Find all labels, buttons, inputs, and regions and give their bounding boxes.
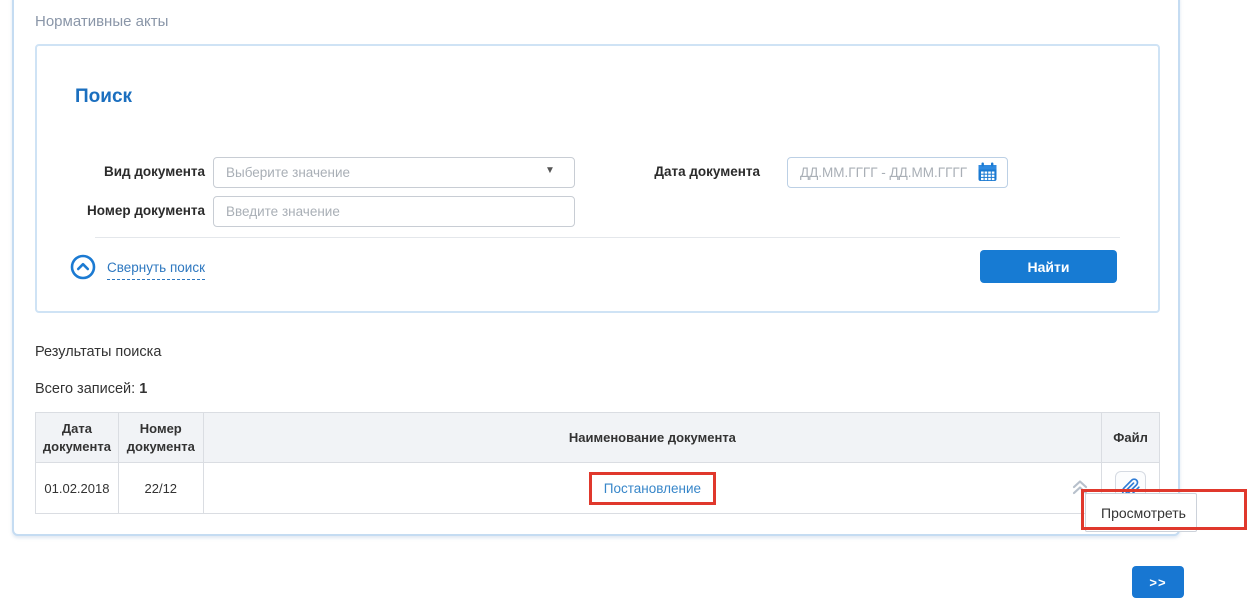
cell-name: Постановление xyxy=(204,463,1102,513)
doc-number-label: Номер документа xyxy=(60,203,205,218)
table-row: 01.02.2018 22/12 Постановление xyxy=(36,462,1159,513)
next-page-button[interactable]: >> xyxy=(1132,566,1184,598)
search-title: Поиск xyxy=(75,86,132,108)
doc-type-select[interactable] xyxy=(213,157,575,188)
doc-date-label: Дата документа xyxy=(640,164,760,179)
total-records-label: Всего записей: xyxy=(35,381,135,397)
doc-date-input[interactable] xyxy=(787,157,1008,188)
view-tooltip[interactable]: Просмотреть xyxy=(1085,493,1197,532)
find-button[interactable]: Найти xyxy=(980,250,1117,283)
cell-date: 01.02.2018 xyxy=(36,463,119,513)
results-title: Результаты поиска xyxy=(35,344,161,360)
header-date: Дата документа xyxy=(36,413,119,462)
circle-chevron-up-icon[interactable] xyxy=(70,254,96,285)
page: Нормативные акты Поиск Вид документа ▼ Н… xyxy=(0,0,1249,613)
doc-type-label: Вид документа xyxy=(60,164,205,179)
header-number: Номер документа xyxy=(119,413,204,462)
doc-number-input[interactable] xyxy=(213,196,575,227)
total-records-value: 1 xyxy=(139,381,147,397)
results-table: Дата документа Номер документа Наименова… xyxy=(35,412,1160,514)
collapse-search-link[interactable]: Свернуть поиск xyxy=(70,254,205,285)
annotation-box-link: Постановление xyxy=(589,472,716,505)
header-file: Файл xyxy=(1102,413,1159,462)
collapse-search-label: Свернуть поиск xyxy=(107,260,205,280)
header-name: Наименование документа xyxy=(204,413,1102,462)
search-divider xyxy=(95,237,1120,238)
table-header-row: Дата документа Номер документа Наименова… xyxy=(36,413,1159,462)
total-records: Всего записей: 1 xyxy=(35,381,147,397)
cell-number: 22/12 xyxy=(119,463,204,513)
page-title: Нормативные акты xyxy=(35,13,168,30)
calendar-icon[interactable] xyxy=(977,162,998,183)
document-link[interactable]: Постановление xyxy=(604,481,701,496)
